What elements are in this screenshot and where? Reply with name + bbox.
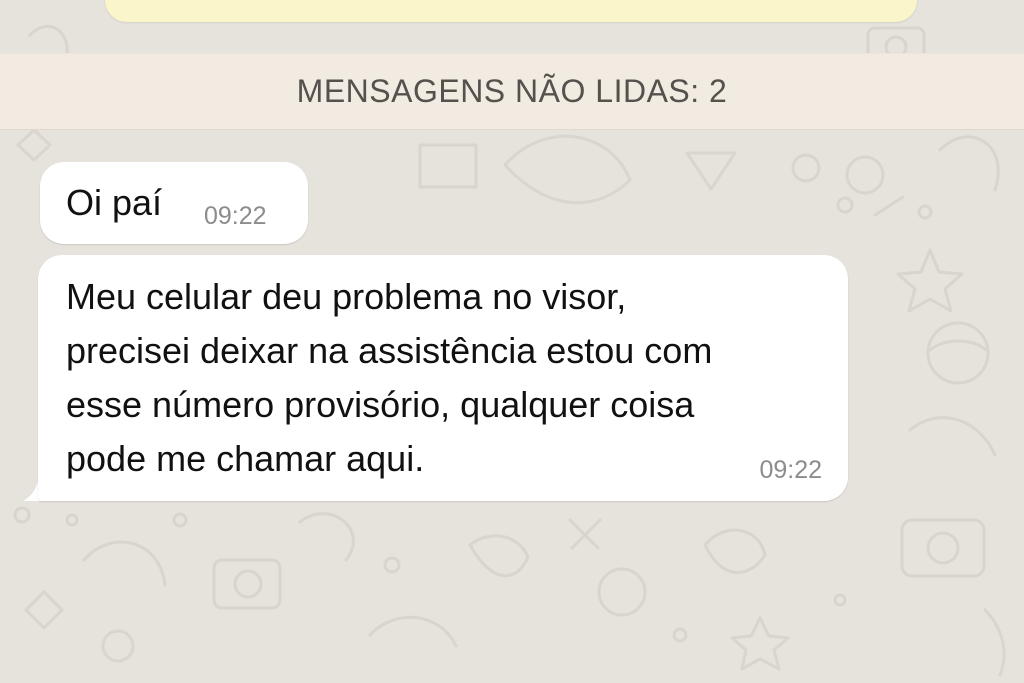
message-line: precisei deixar na assistência estou com (66, 330, 713, 371)
quoted-message-bubble[interactable] (105, 0, 917, 22)
message-text: Meu celular deu problema no visor, preci… (66, 270, 712, 486)
message-text: Oi paí (66, 176, 162, 230)
unread-messages-label: MENSAGENS NÃO LIDAS: 2 (296, 73, 728, 109)
message-line: Oi paí (66, 182, 163, 223)
message-line: esse número provisório, qualquer coisa (66, 384, 695, 425)
message-line: pode me chamar aqui. (66, 438, 425, 479)
message-line: Meu celular deu problema no visor, (66, 276, 627, 317)
message-timestamp: 09:22 (759, 456, 822, 484)
unread-messages-banner: MENSAGENS NÃO LIDAS: 2 (0, 53, 1024, 130)
message-bubble-1[interactable]: Oi paí 09:22 (40, 162, 308, 244)
message-timestamp: 09:22 (204, 202, 267, 230)
message-bubble-2[interactable]: Meu celular deu problema no visor, preci… (38, 255, 848, 501)
